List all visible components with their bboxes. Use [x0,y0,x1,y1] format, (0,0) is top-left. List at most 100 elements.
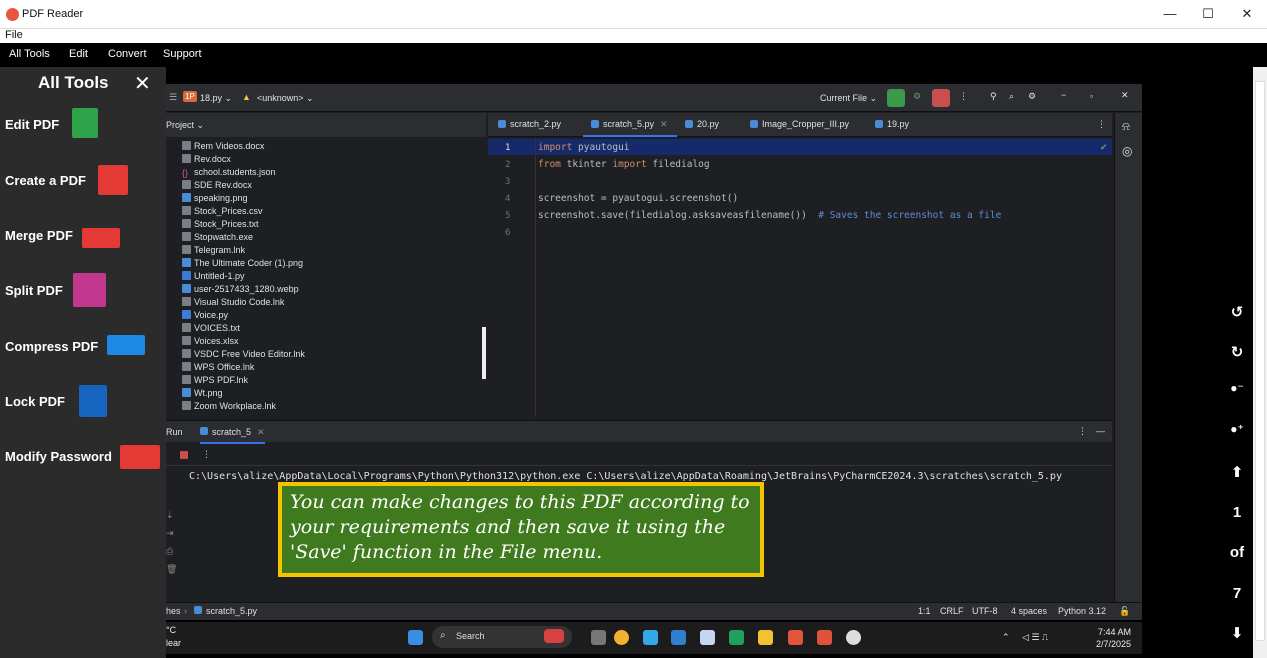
tool-edit-pdf[interactable]: Edit PDF [0,105,166,145]
file-item[interactable]: Wt.png [182,388,223,401]
tab-scratch-2[interactable]: scratch_2.py [498,119,561,129]
scrollbar-thumb[interactable] [1255,81,1265,641]
vcs-selector[interactable]: <unknown> ⌄ [257,93,314,104]
tab-19[interactable]: 19.py [875,119,909,129]
file-item[interactable]: Stopwatch.exe [182,232,253,245]
viewer-scrollbar[interactable] [1253,67,1267,658]
file-item[interactable]: SDE Rev.docx [182,180,252,193]
app-icon[interactable] [643,630,658,645]
scroll-end-icon[interactable]: ⇣ [166,510,174,521]
stop-run-icon[interactable] [180,451,188,459]
file-item[interactable]: Rev.docx [182,154,231,167]
vscode-icon[interactable] [671,630,686,645]
next-page-icon[interactable]: ⬇ [1221,624,1253,642]
file-item[interactable]: Telegram.lnk [182,245,245,258]
minimize-button[interactable]: — [1155,5,1185,23]
lock-icon[interactable]: 🔓 [1119,606,1130,617]
file-item[interactable]: VOICES.txt [182,323,240,336]
menu-convert[interactable]: Convert [108,48,147,60]
tool-modify-password[interactable]: Modify Password [0,437,166,477]
user-icon[interactable]: ⚲ [990,91,997,102]
notifications-icon[interactable]: ⍾ [1122,119,1130,134]
file-item[interactable]: Voice.py [182,310,228,323]
breadcrumb-file[interactable]: scratch_5.py [194,606,257,616]
more-icon[interactable]: ⋮ [959,91,968,102]
debug-icon[interactable]: ⚙ [913,91,921,102]
clock-date[interactable]: 2/7/2025 [1096,639,1131,649]
file-item[interactable]: WPS Office.lnk [182,362,254,375]
taskbar-search[interactable]: ⌕ Search [432,626,572,648]
close-button[interactable]: ✕ [1232,5,1262,23]
cursor-position[interactable]: 1:1 [918,606,931,616]
file-item[interactable]: Visual Studio Code.lnk [182,297,284,310]
app-icon[interactable] [700,630,715,645]
run-more-icon[interactable]: ⋮ [1078,426,1087,437]
tray-icons[interactable]: ◁ ☰ ⎍ [1022,632,1048,643]
file-item[interactable]: speaking.png [182,193,248,206]
brave-icon[interactable] [817,630,832,645]
trash-icon[interactable]: 🗑 [166,564,177,575]
maximize-button[interactable]: ☐ [1193,5,1223,23]
project-scrollbar[interactable] [482,327,486,379]
tool-merge-pdf[interactable]: Merge PDF [0,216,166,256]
file-explorer-icon[interactable] [758,630,773,645]
run-config-selector[interactable]: Current File ⌄ [820,93,877,104]
tab-close-icon[interactable]: ✕ [660,119,668,129]
tab-close-icon[interactable]: ✕ [257,427,265,437]
menu-support[interactable]: Support [163,48,202,60]
settings-icon[interactable]: ⚙ [1028,91,1036,102]
python-interpreter[interactable]: Python 3.12 [1058,606,1106,616]
tab-image-cropper[interactable]: Image_Cropper_III.py [750,119,849,129]
wps-icon[interactable] [788,630,803,645]
tool-lock-pdf[interactable]: Lock PDF [0,382,166,422]
chrome-icon[interactable] [614,630,629,645]
run-minimize-icon[interactable]: — [1096,426,1105,436]
run-label[interactable]: Run [166,427,183,437]
file-item[interactable]: WPS PDF.lnk [182,375,248,388]
zoom-in-icon[interactable]: ●⁺ [1221,422,1253,436]
code-editor[interactable] [488,137,1112,417]
app-icon[interactable] [846,630,861,645]
file-item[interactable]: Zoom Workplace.lnk [182,401,276,414]
pycharm-icon[interactable] [729,630,744,645]
file-item[interactable]: user-2517433_1280.webp [182,284,299,297]
file-encoding[interactable]: UTF-8 [972,606,998,616]
file-item[interactable]: Stock_Prices.csv [182,206,263,219]
clock-time[interactable]: 7:44 AM [1098,627,1131,637]
line-endings[interactable]: CRLF [940,606,964,616]
run-tab-scratch-5[interactable]: scratch_5 ✕ [200,427,265,444]
menu-edit[interactable]: Edit [69,48,88,60]
previous-page-icon[interactable]: ⬆ [1221,463,1253,481]
menu-all-tools[interactable]: All Tools [9,48,50,60]
soft-wrap-icon[interactable]: ⇥ [166,528,174,539]
file-item[interactable]: Stock_Prices.txt [182,219,259,232]
search-icon[interactable]: ⌕ [1009,91,1014,102]
project-header-label[interactable]: Project ⌄ [166,120,204,131]
ide-minimize-icon[interactable]: − [1061,90,1066,100]
print-icon[interactable]: ⎙ [166,546,173,557]
ide-restore-icon[interactable]: ▫ [1090,91,1093,101]
tabs-more-icon[interactable]: ⋮ [1097,119,1106,130]
zoom-out-icon[interactable]: ●⁻ [1221,381,1253,395]
ide-close-icon[interactable]: ✕ [1121,90,1129,101]
file-item[interactable]: Untitled-1.py [182,271,245,284]
run-toolbar-more-icon[interactable]: ⋮ [202,449,211,460]
file-item[interactable]: VSDC Free Video Editor.lnk [182,349,305,362]
menu-file[interactable]: File [5,29,23,41]
indent-setting[interactable]: 4 spaces [1011,606,1047,616]
breadcrumb-root[interactable]: hes [166,606,181,616]
file-item[interactable]: The Ultimate Coder (1).png [182,258,303,271]
rotate-left-icon[interactable]: ↺ [1221,303,1253,321]
project-selector[interactable]: 18.py ⌄ [200,93,232,104]
tab-20[interactable]: 20.py [685,119,719,129]
tool-split-pdf[interactable]: Split PDF [0,271,166,311]
stop-button[interactable] [932,89,950,107]
rotate-right-icon[interactable]: ↻ [1221,343,1253,361]
ai-assistant-icon[interactable]: ◎ [1122,144,1132,158]
file-item[interactable]: Voices.xlsx [182,336,239,349]
file-item[interactable]: {} school.students.json [182,167,276,180]
tray-chevron-icon[interactable]: ⌃ [1002,632,1010,643]
tool-create-pdf[interactable]: Create a PDF [0,161,166,201]
taskview-icon[interactable] [591,630,606,645]
run-button[interactable] [887,89,905,107]
